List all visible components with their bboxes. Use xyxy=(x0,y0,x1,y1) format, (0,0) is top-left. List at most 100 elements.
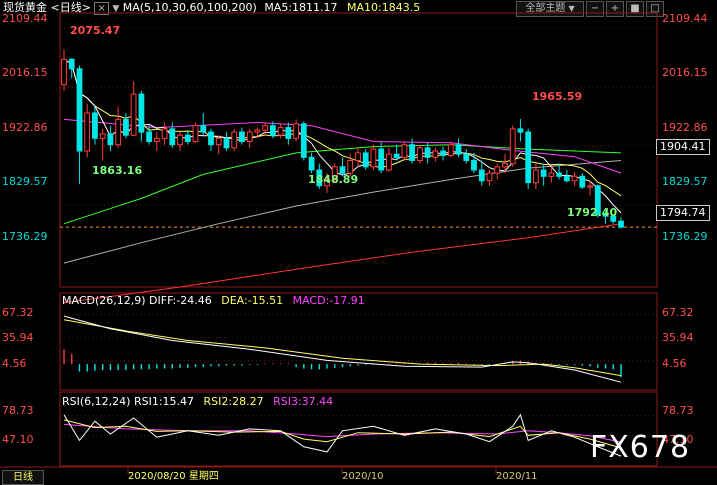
candle xyxy=(208,128,214,151)
candle xyxy=(463,149,470,164)
rsi-level-left: 47.10 xyxy=(2,433,34,446)
period-tab-label: 日线 xyxy=(13,472,33,483)
candle-body xyxy=(517,128,524,133)
macd-level-right: 67.32 xyxy=(662,306,694,319)
x-axis-date-label: 2020/10 xyxy=(342,471,384,482)
candle-body xyxy=(177,134,183,146)
macd-title: MACD(26,12,9) xyxy=(62,294,146,307)
candle-body xyxy=(571,175,578,182)
price-level-left: 2109.44 xyxy=(2,12,48,25)
candle xyxy=(486,169,493,186)
candle xyxy=(525,128,532,189)
crosshair-price-box: 1904.41 xyxy=(656,139,710,155)
annotation-low: 1792.40 xyxy=(567,206,618,219)
candle-body xyxy=(215,137,222,146)
candle xyxy=(223,132,230,151)
candle-body xyxy=(417,147,423,162)
candle xyxy=(455,138,462,158)
candle xyxy=(386,147,392,172)
price-level-right: 1829.57 xyxy=(662,175,708,188)
period-tab-daily[interactable]: 日线 xyxy=(2,470,44,485)
candle xyxy=(494,163,501,180)
candle-body xyxy=(386,153,392,171)
macd-macd-value: MACD:-17.91 xyxy=(292,294,365,307)
macd-header: MACD(26,12,9) DIFF:-24.46 DEA:-15.51 MAC… xyxy=(62,294,365,308)
candle-body xyxy=(455,144,462,155)
candle-body xyxy=(300,123,307,158)
candle-body xyxy=(556,172,563,177)
candle xyxy=(215,135,222,155)
candle-body xyxy=(84,112,91,152)
candle xyxy=(231,128,238,151)
annotation-high: 1965.59 xyxy=(532,90,583,103)
candle-body xyxy=(525,131,532,184)
candle-body xyxy=(540,169,547,177)
candle-body xyxy=(285,127,292,139)
candle-body xyxy=(463,153,470,161)
candle-body xyxy=(563,175,570,182)
candle xyxy=(417,144,423,164)
annotation-high: 2075.47 xyxy=(70,24,121,37)
price-level-right: 2109.44 xyxy=(662,12,708,25)
candle xyxy=(478,160,485,186)
candle-body xyxy=(161,128,168,139)
last-price-box: 1794.74 xyxy=(656,205,710,221)
candle xyxy=(440,146,447,161)
candle-body xyxy=(440,150,447,156)
candle-body xyxy=(208,131,214,146)
price-level-left: 1829.57 xyxy=(2,175,48,188)
ma200-line xyxy=(63,223,622,304)
candle xyxy=(401,141,408,161)
candle-body xyxy=(68,58,75,70)
candle-body xyxy=(548,172,555,177)
candle xyxy=(571,171,578,186)
candle-body xyxy=(123,118,129,136)
candle xyxy=(192,122,199,143)
candle-body xyxy=(378,148,385,171)
macd-level-left: 4.56 xyxy=(2,357,27,370)
candle-body xyxy=(254,129,261,133)
candle xyxy=(362,149,369,170)
candle xyxy=(200,113,207,136)
candle xyxy=(115,106,122,148)
price-level-left: 2016.15 xyxy=(2,66,48,79)
rsi3-value: RSI3:37.44 xyxy=(273,395,334,408)
candle-body xyxy=(393,153,400,158)
rsi2-value: RSI2:28.27 xyxy=(203,395,264,408)
candle-body xyxy=(169,128,176,146)
candle xyxy=(517,118,524,142)
candle-body xyxy=(153,137,160,143)
candle-body xyxy=(447,144,454,156)
macd-level-right: 35.94 xyxy=(662,331,694,344)
candle xyxy=(424,142,431,164)
candle xyxy=(293,119,300,142)
candle-body xyxy=(509,128,516,165)
candle-body xyxy=(308,156,315,171)
rsi-level-left: 78.73 xyxy=(2,404,34,417)
candle-body xyxy=(223,137,230,149)
macd-diff-line xyxy=(63,315,622,383)
x-axis-date-label: 2020/08/20 星期四 xyxy=(128,471,219,482)
candle-body xyxy=(486,172,493,182)
price-level-right: 2016.15 xyxy=(662,66,708,79)
candle-body xyxy=(370,148,377,168)
candle xyxy=(300,121,307,161)
candle-body xyxy=(502,163,508,168)
candle-body xyxy=(239,131,245,142)
rsi3-line xyxy=(63,423,622,443)
candle xyxy=(239,127,245,145)
candle xyxy=(618,217,624,229)
candle xyxy=(92,106,98,145)
candle xyxy=(447,141,454,158)
annotation-low: 1863.16 xyxy=(92,164,143,177)
candle-body xyxy=(76,68,83,152)
candle-body xyxy=(192,125,199,142)
candle-body xyxy=(200,125,207,133)
chart-canvas[interactable] xyxy=(0,0,717,485)
price-level-left: 1922.86 xyxy=(2,121,48,134)
candle-body xyxy=(99,133,106,139)
price-level-left: 1736.29 xyxy=(2,230,48,243)
candle xyxy=(277,123,284,139)
candle-body xyxy=(130,93,137,136)
candle xyxy=(68,58,75,79)
